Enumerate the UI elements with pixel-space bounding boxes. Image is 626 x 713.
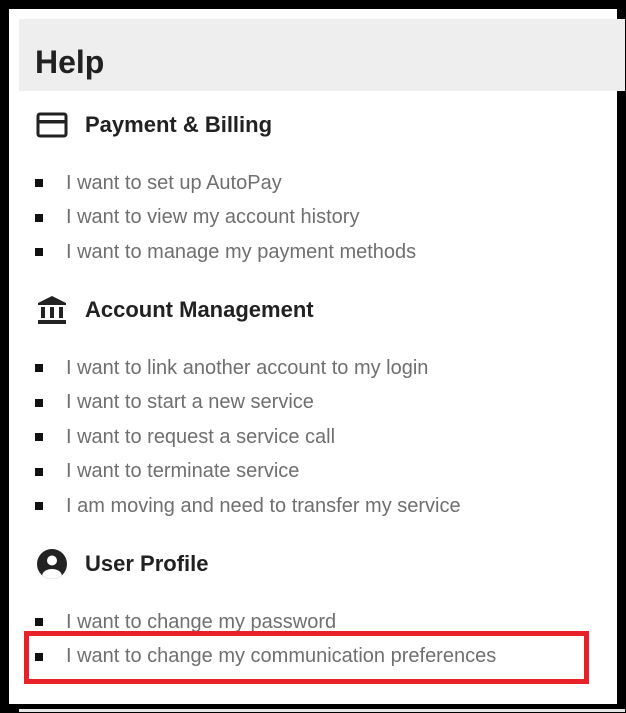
account-circle-icon	[35, 548, 69, 580]
bullet	[35, 467, 43, 476]
bullet	[35, 248, 43, 257]
list-item: I want to terminate service	[35, 455, 461, 490]
help-header: Help	[19, 19, 625, 91]
user-profile-links: I want to change my password I want to c…	[35, 605, 496, 674]
list-item: I want to change my password	[35, 605, 496, 640]
bullet	[35, 179, 43, 188]
credit-card-icon	[35, 109, 69, 141]
list-item: I want to link another account to my log…	[35, 351, 461, 386]
bullet	[35, 398, 43, 407]
bullet	[35, 618, 43, 627]
bullet	[35, 502, 43, 511]
account-management-links: I want to link another account to my log…	[35, 351, 461, 524]
help-panel: Help Payment & Billing I want to set up …	[0, 0, 626, 713]
section-user-profile: User Profile	[35, 548, 209, 580]
link-setup-autopay[interactable]: I want to set up AutoPay	[66, 172, 282, 195]
link-link-another-account[interactable]: I want to link another account to my log…	[66, 357, 428, 380]
bullet	[35, 652, 43, 661]
link-change-password[interactable]: I want to change my password	[66, 611, 336, 634]
section-title-user-profile: User Profile	[85, 551, 209, 576]
section-title-payment-billing: Payment & Billing	[85, 112, 273, 137]
link-view-account-history[interactable]: I want to view my account history	[66, 206, 359, 229]
list-item: I want to start a new service	[35, 386, 461, 421]
page-title: Help	[35, 44, 105, 80]
bullet	[35, 433, 43, 442]
list-item: I want to change my communication prefer…	[35, 640, 496, 675]
bullet	[35, 364, 43, 373]
divider	[19, 709, 625, 712]
list-item: I want to set up AutoPay	[35, 166, 416, 201]
list-item: I want to manage my payment methods	[35, 235, 416, 270]
bank-icon	[35, 294, 69, 326]
link-change-communication-preferences[interactable]: I want to change my communication prefer…	[66, 645, 496, 668]
list-item: I want to view my account history	[35, 201, 416, 236]
section-payment-billing: Payment & Billing	[35, 109, 272, 141]
section-title-account-management: Account Management	[85, 297, 314, 322]
bullet	[35, 213, 43, 222]
list-item: I want to request a service call	[35, 420, 461, 455]
payment-billing-links: I want to set up AutoPay I want to view …	[35, 166, 416, 270]
link-request-service-call[interactable]: I want to request a service call	[66, 426, 335, 449]
link-transfer-service[interactable]: I am moving and need to transfer my serv…	[66, 495, 461, 518]
link-start-new-service[interactable]: I want to start a new service	[66, 391, 314, 414]
list-item: I am moving and need to transfer my serv…	[35, 489, 461, 524]
section-account-management: Account Management	[35, 294, 314, 326]
link-terminate-service[interactable]: I want to terminate service	[66, 460, 299, 483]
link-manage-payment-methods[interactable]: I want to manage my payment methods	[66, 241, 416, 264]
